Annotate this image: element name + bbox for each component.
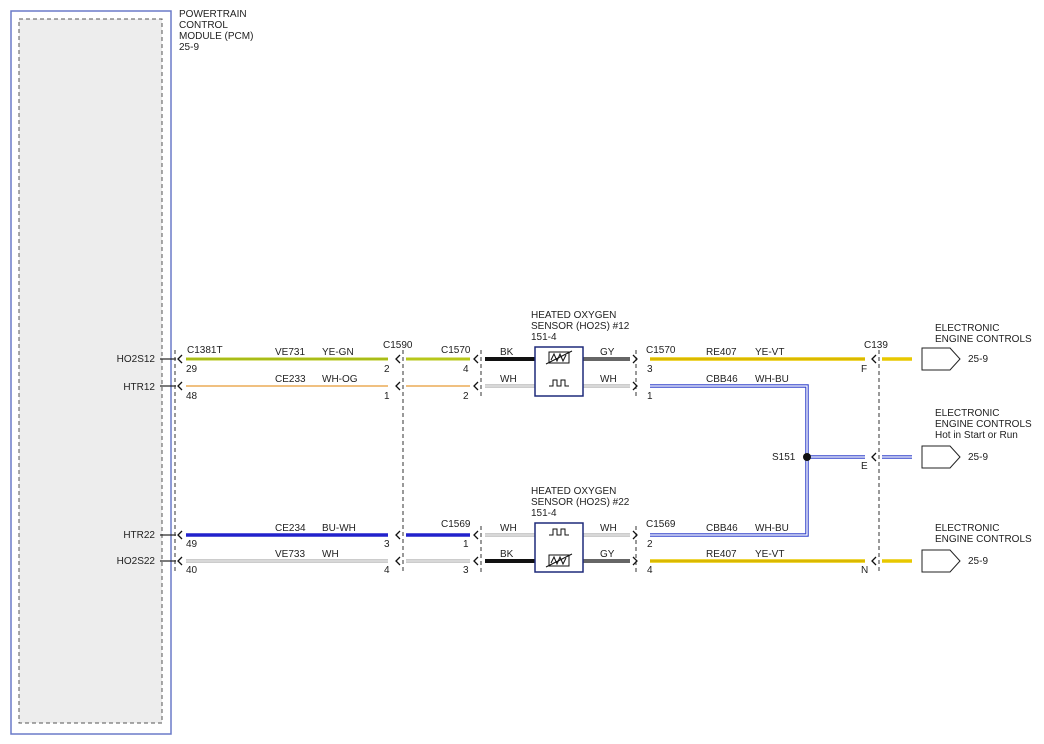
wire-color: YE-VT bbox=[755, 549, 784, 560]
wire-color: BU-WH bbox=[322, 523, 356, 534]
connector-c1569-right: C1569 bbox=[646, 519, 676, 530]
sensor-wire-color: GY bbox=[600, 347, 615, 358]
connector-c1570-right: C1570 bbox=[646, 345, 676, 356]
destination-title: ENGINE CONTROLS bbox=[935, 419, 1032, 430]
inline-pin-number: 2 bbox=[384, 364, 390, 375]
wire-circuit: CBB46 bbox=[706, 523, 738, 534]
sensor-wire-color: WH bbox=[600, 523, 617, 534]
sensor-pin-number: 4 bbox=[463, 364, 469, 375]
sensor-pin-number: 3 bbox=[463, 565, 469, 576]
right-pin-number: 1 bbox=[647, 391, 653, 402]
destination-title: ENGINE CONTROLS bbox=[935, 534, 1032, 545]
sensor-title: SENSOR (HO2S) #12 bbox=[531, 321, 630, 332]
middle-wires bbox=[406, 357, 470, 563]
wire-color: YE-VT bbox=[755, 347, 784, 358]
destination-arrow-3 bbox=[921, 549, 961, 573]
destination-arrow-2 bbox=[921, 445, 961, 469]
destination-title: ENGINE CONTROLS bbox=[935, 334, 1032, 345]
wire-color: WH bbox=[322, 549, 339, 560]
sensor-wire-color: WH bbox=[600, 374, 617, 385]
right-pin-number: 3 bbox=[647, 364, 653, 375]
sensor-ho2s22 bbox=[534, 522, 584, 573]
right-pin-number: 4 bbox=[647, 565, 653, 576]
destination-ref: 25-9 bbox=[968, 556, 988, 567]
sensor-title: HEATED OXYGEN bbox=[531, 310, 616, 321]
destination-arrow-1 bbox=[921, 347, 961, 371]
wire-circuit: RE407 bbox=[706, 347, 737, 358]
pin-label-htr12: HTR12 bbox=[123, 382, 155, 393]
wire-circuit: CE233 bbox=[275, 374, 306, 385]
sensor-wire-color: WH bbox=[500, 374, 517, 385]
inline-pin-number: 3 bbox=[384, 539, 390, 550]
sensor-pin-number: 2 bbox=[463, 391, 469, 402]
wire-circuit: CBB46 bbox=[706, 374, 738, 385]
destination-title: ELECTRONIC bbox=[935, 523, 999, 534]
destination-title: ELECTRONIC bbox=[935, 408, 999, 419]
wire-circuit: VE731 bbox=[275, 347, 305, 358]
pcm-pin-number: 29 bbox=[186, 364, 198, 375]
c139-pin-f: F bbox=[861, 364, 867, 375]
wire-circuit: RE407 bbox=[706, 549, 737, 560]
sensor-wire-color: GY bbox=[600, 549, 615, 560]
splice-dot bbox=[803, 453, 811, 461]
sensor-pin-number: 1 bbox=[463, 539, 469, 550]
destination-ref: 25-9 bbox=[968, 354, 988, 365]
sensor-wire-color: BK bbox=[500, 347, 514, 358]
inline-pin-number: 4 bbox=[384, 565, 390, 576]
sensor-title: HEATED OXYGEN bbox=[531, 486, 616, 497]
pcm-pin-number: 49 bbox=[186, 539, 198, 550]
sensor-ho2s12 bbox=[534, 346, 584, 397]
pcm-pin-number: 48 bbox=[186, 391, 198, 402]
wire-circuit: VE733 bbox=[275, 549, 305, 560]
wire-color: WH-OG bbox=[322, 374, 358, 385]
right-pin-number: 2 bbox=[647, 539, 653, 550]
wire-color: WH-BU bbox=[755, 523, 789, 534]
connector-c1381t: C1381T bbox=[187, 345, 223, 356]
wire-color: YE-GN bbox=[322, 347, 354, 358]
pin-label-htr22: HTR22 bbox=[123, 530, 155, 541]
wire-circuit: CE234 bbox=[275, 523, 306, 534]
c139-pin-e: E bbox=[861, 461, 868, 472]
splice-label: S151 bbox=[772, 452, 796, 463]
c139-pin-n: N bbox=[861, 565, 868, 576]
sensor-ref: 151-4 bbox=[531, 508, 557, 519]
inline-pin-number: 1 bbox=[384, 391, 390, 402]
connector-c1569-left: C1569 bbox=[441, 519, 471, 530]
connector-c139: C139 bbox=[864, 340, 888, 351]
connector-c1570-left: C1570 bbox=[441, 345, 471, 356]
sensor-wire-color: WH bbox=[500, 523, 517, 534]
pin-label-ho2s12: HO2S12 bbox=[117, 354, 156, 365]
wire-color: WH-BU bbox=[755, 374, 789, 385]
pcm-pin-number: 40 bbox=[186, 565, 198, 576]
destination-title: ELECTRONIC bbox=[935, 323, 999, 334]
destination-note: Hot in Start or Run bbox=[935, 430, 1018, 441]
wiring-diagram: HO2S12 HTR12 HTR22 HO2S22 C1381T C1590 C… bbox=[10, 10, 1032, 735]
connector-c1590: C1590 bbox=[383, 340, 413, 351]
destination-ref: 25-9 bbox=[968, 452, 988, 463]
pin-label-ho2s22: HO2S22 bbox=[117, 556, 156, 567]
sensor-wire-color: BK bbox=[500, 549, 514, 560]
pcm-module-interior bbox=[18, 18, 163, 724]
sensor-ref: 151-4 bbox=[531, 332, 557, 343]
sensor-title: SENSOR (HO2S) #22 bbox=[531, 497, 630, 508]
